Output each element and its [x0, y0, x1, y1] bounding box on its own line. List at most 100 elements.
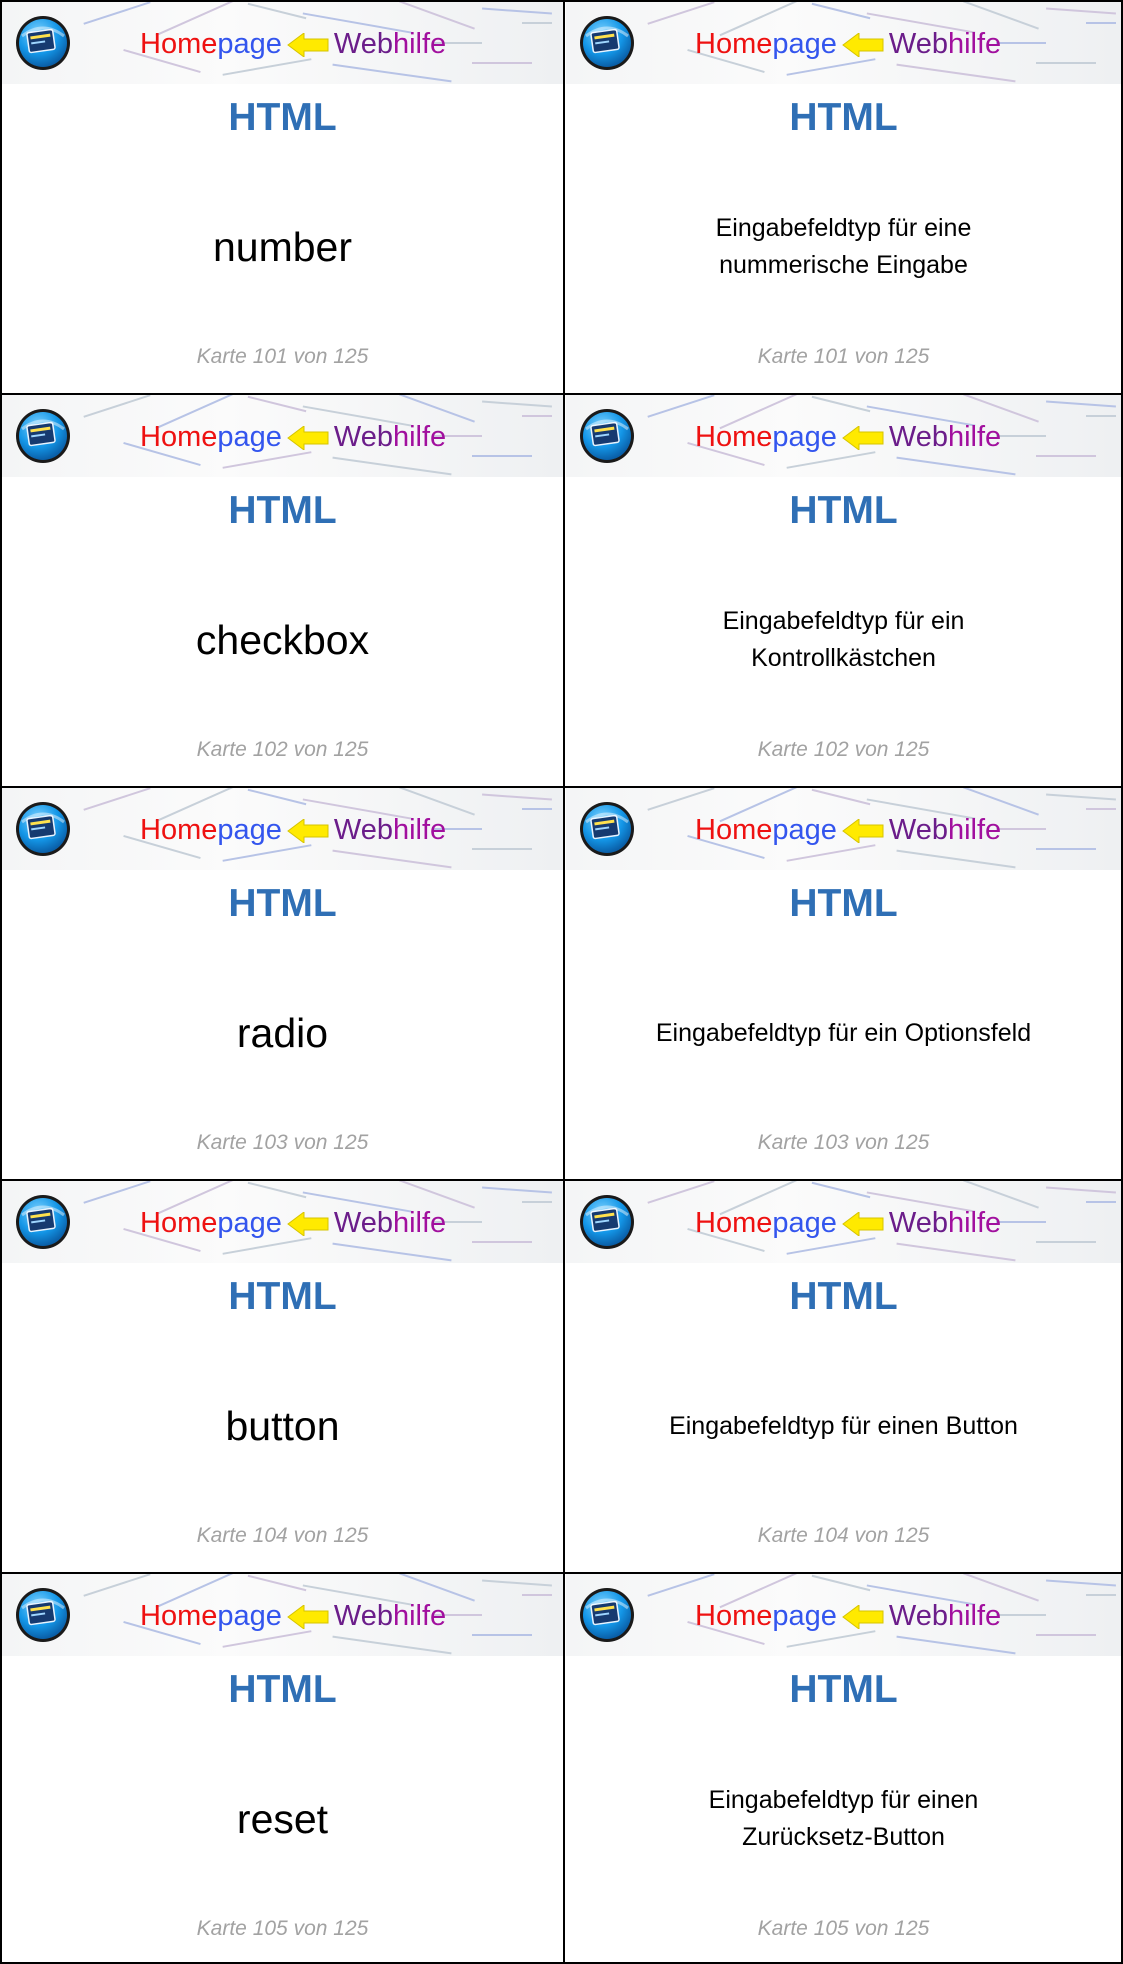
- arrow-icon: [287, 33, 329, 58]
- code-line: [482, 1186, 552, 1194]
- brand-word-page: page: [772, 28, 837, 60]
- brand-word-page: page: [772, 421, 837, 453]
- brand-word-page: page: [217, 28, 282, 60]
- arrow-icon: [842, 1605, 884, 1630]
- card-title: HTML: [789, 489, 898, 532]
- brand-wordmark: Homepage Webhilfe: [695, 1586, 1001, 1646]
- card-title: HTML: [228, 1668, 337, 1711]
- card-counter: Karte 102 von 125: [196, 738, 369, 761]
- brand-word-web: Web: [333, 1207, 393, 1239]
- code-line: [1086, 1594, 1116, 1596]
- card-title: HTML: [228, 882, 337, 925]
- card-counter: Karte 101 von 125: [196, 345, 369, 368]
- code-line: [522, 808, 552, 810]
- term-text: reset: [236, 1795, 329, 1842]
- term-text: radio: [236, 1009, 329, 1056]
- card-title: HTML: [789, 1668, 898, 1711]
- flashcard-front: Homepage Webhilfe HTML reset Karte 105 von 1…: [2, 1574, 563, 1962]
- code-line: [1086, 415, 1116, 417]
- brand-word-page: page: [217, 1600, 282, 1632]
- brand-banner: Homepage Webhilfe: [2, 1181, 563, 1263]
- brand-wordmark: Homepage Webhilfe: [695, 14, 1001, 74]
- brand-word-home: Home: [140, 1207, 218, 1239]
- brand-banner: Homepage Webhilfe: [2, 788, 563, 870]
- card-term: number: [2, 162, 563, 332]
- brand-word-web: Web: [333, 421, 393, 453]
- brand-banner: Homepage Webhilfe: [566, 1181, 1121, 1263]
- website-logo-icon: [580, 802, 634, 856]
- brand-banner: Homepage Webhilfe: [566, 2, 1121, 84]
- brand-banner: Homepage Webhilfe: [566, 1574, 1121, 1656]
- card-definition: Eingabefeldtyp für einen Button: [566, 1341, 1121, 1511]
- code-line: [1036, 1634, 1096, 1636]
- brand-wordmark: Homepage Webhilfe: [140, 1586, 446, 1646]
- code-line: [996, 828, 1046, 830]
- brand-banner: Homepage Webhilfe: [566, 788, 1121, 870]
- brand-word-home: Home: [695, 814, 773, 846]
- definition-text: Eingabefeldtyp für ein Optionsfeld: [655, 1018, 1032, 1047]
- brand-wordmark: Homepage Webhilfe: [140, 407, 446, 467]
- card-title: HTML: [228, 96, 337, 139]
- brand-word-web: Web: [888, 28, 948, 60]
- brand-wordmark: Homepage Webhilfe: [140, 1193, 446, 1253]
- term-text: number: [212, 223, 352, 270]
- code-line: [1036, 62, 1096, 64]
- card-title: HTML: [228, 1275, 337, 1318]
- card-title: HTML: [789, 1275, 898, 1318]
- arrow-icon: [842, 426, 884, 451]
- brand-word-home: Home: [140, 421, 218, 453]
- arrow-icon: [842, 819, 884, 844]
- code-line: [1086, 808, 1116, 810]
- code-line: [472, 62, 532, 64]
- brand-word-hilfe: hilfe: [947, 814, 1002, 846]
- brand-wordmark: Homepage Webhilfe: [695, 1193, 1001, 1253]
- flashcard-front: Homepage Webhilfe HTML button Karte 104 von …: [2, 1181, 563, 1572]
- code-line: [522, 415, 552, 417]
- card-definition: Eingabefeldtyp für ein Optionsfeld: [566, 948, 1121, 1118]
- code-line: [1046, 400, 1116, 408]
- code-line: [482, 7, 552, 15]
- definition-text: Eingabefeldtyp für einen Zurücksetz-Butt…: [708, 1786, 979, 1851]
- code-line: [472, 455, 532, 457]
- code-line: [1086, 22, 1116, 24]
- website-logo-icon: [580, 16, 634, 70]
- arrow-icon: [842, 1212, 884, 1237]
- brand-word-hilfe: hilfe: [947, 1207, 1002, 1239]
- brand-word-page: page: [217, 1207, 282, 1239]
- arrow-icon: [287, 1605, 329, 1630]
- brand-banner: Homepage Webhilfe: [2, 1574, 563, 1656]
- code-line: [996, 1614, 1046, 1616]
- brand-wordmark: Homepage Webhilfe: [140, 14, 446, 74]
- brand-word-hilfe: hilfe: [392, 28, 447, 60]
- definition-text: Eingabefeldtyp für ein Kontrollkästchen: [722, 607, 965, 672]
- term-text: button: [225, 1402, 340, 1449]
- flashcard-back: Homepage Webhilfe HTML Eingabefeldtyp für e…: [566, 788, 1121, 1179]
- brand-wordmark: Homepage Webhilfe: [695, 800, 1001, 860]
- flashcard-front: Homepage Webhilfe HTML checkbox Karte 102 vo…: [2, 395, 563, 786]
- code-line: [1086, 1201, 1116, 1203]
- code-line: [1046, 793, 1116, 801]
- brand-word-home: Home: [140, 814, 218, 846]
- brand-word-home: Home: [140, 1600, 218, 1632]
- card-title: HTML: [789, 882, 898, 925]
- card-title: HTML: [228, 489, 337, 532]
- definition-text: Eingabefeldtyp für eine nummerische Eing…: [715, 214, 972, 279]
- brand-word-hilfe: hilfe: [392, 1207, 447, 1239]
- term-text: checkbox: [195, 616, 370, 663]
- code-line: [472, 1634, 532, 1636]
- brand-word-web: Web: [888, 814, 948, 846]
- code-line: [522, 1201, 552, 1203]
- brand-word-web: Web: [888, 421, 948, 453]
- code-line: [996, 1221, 1046, 1223]
- card-counter: Karte 104 von 125: [196, 1524, 369, 1547]
- brand-wordmark: Homepage Webhilfe: [695, 407, 1001, 467]
- brand-word-home: Home: [695, 1600, 773, 1632]
- card-counter: Karte 103 von 125: [196, 1131, 369, 1154]
- code-line: [522, 1594, 552, 1596]
- card-counter: Karte 104 von 125: [757, 1524, 930, 1547]
- code-line: [1046, 7, 1116, 15]
- brand-word-hilfe: hilfe: [947, 1600, 1002, 1632]
- brand-wordmark: Homepage Webhilfe: [140, 800, 446, 860]
- brand-word-page: page: [772, 1600, 837, 1632]
- card-term: button: [2, 1341, 563, 1511]
